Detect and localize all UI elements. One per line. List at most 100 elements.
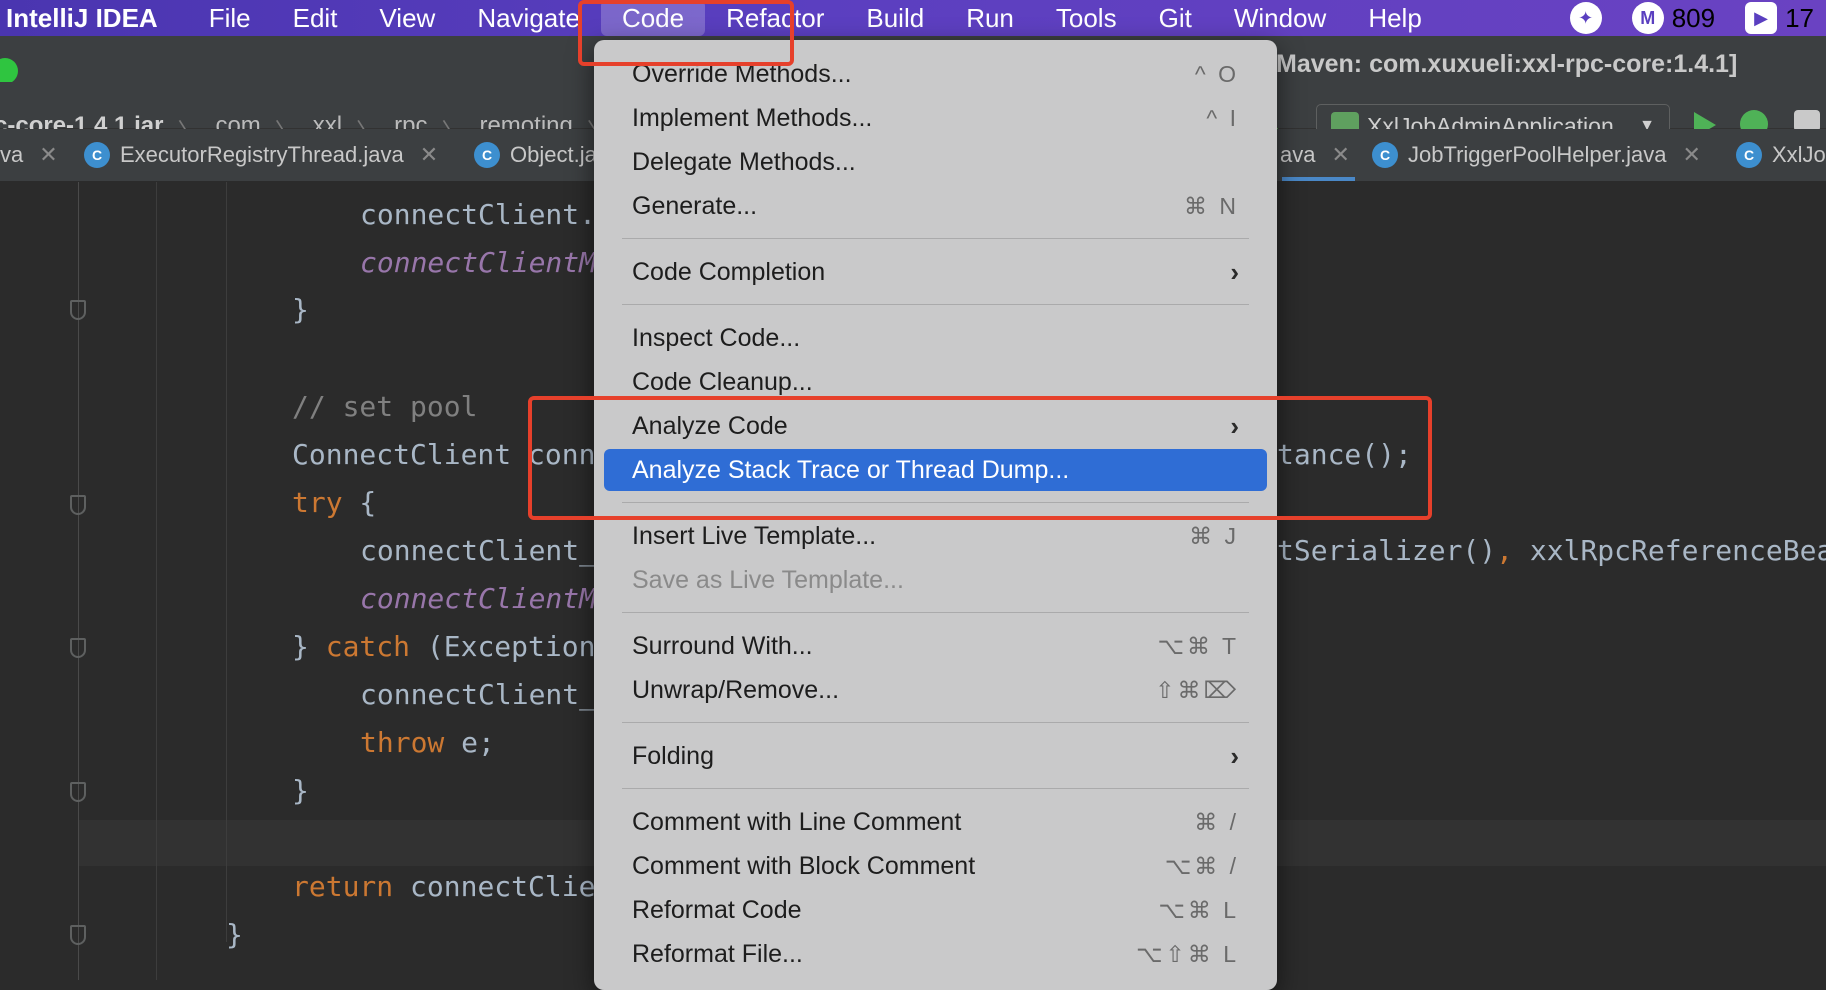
tray-m-counter[interactable]: M 809 <box>1631 2 1715 34</box>
menu-separator <box>622 612 1249 613</box>
code-text: tance(); <box>1277 438 1412 471</box>
editor-tab[interactable]: C Object.ja <box>474 129 597 181</box>
code-text: } <box>292 630 326 663</box>
code-line: } <box>292 774 309 807</box>
menu-item-inspect-code[interactable]: Inspect Code... <box>604 317 1267 359</box>
menu-build[interactable]: Build <box>845 0 945 36</box>
class-icon: C <box>1372 142 1398 168</box>
fold-marker-icon[interactable] <box>70 782 86 802</box>
code-text: { <box>342 486 377 519</box>
ai-knot-icon: ✦ <box>1569 2 1602 34</box>
menu-item-save-as-live-template: Save as Live Template... <box>604 559 1267 601</box>
active-tab-indicator <box>1282 177 1355 181</box>
menu-item-block-comment[interactable]: Comment with Block Comment ⌥⌘ / <box>604 845 1267 887</box>
code-punct: , <box>1496 534 1530 567</box>
menu-item-code-cleanup[interactable]: Code Cleanup... <box>604 361 1267 403</box>
code-line-tail: tSerializer(), xxlRpcReferenceBea <box>1277 534 1826 567</box>
menu-item-shortcut: ⌥⌘ L <box>1158 896 1239 923</box>
close-icon[interactable]: ✕ <box>1331 142 1349 168</box>
code-line: connectClientM <box>360 582 597 615</box>
menu-item-line-comment[interactable]: Comment with Line Comment ⌘ / <box>604 801 1267 843</box>
tab-label: Object.ja <box>510 142 597 167</box>
code-line: ConnectClient conn <box>292 438 595 471</box>
menu-item-label: Save as Live Template... <box>632 565 904 594</box>
menu-help[interactable]: Help <box>1347 0 1442 36</box>
menu-item-label: Analyze Code <box>632 411 788 440</box>
menu-item-reformat-file[interactable]: Reformat File... ⌥⇧⌘ L <box>604 933 1267 975</box>
menu-item-label: Unwrap/Remove... <box>632 675 840 704</box>
fold-marker-icon[interactable] <box>70 925 86 945</box>
code-line: try { <box>292 486 376 519</box>
menu-item-shortcut: ⇧⌘⌦ <box>1155 676 1239 703</box>
menu-item-analyze-stack-trace[interactable]: Analyze Stack Trace or Thread Dump... <box>604 449 1267 491</box>
code-line: connectClient. <box>360 198 597 231</box>
editor-tab-active[interactable]: ava ✕ <box>1280 129 1350 181</box>
menu-refactor[interactable]: Refactor <box>705 0 845 36</box>
menu-item-label: Folding <box>632 741 714 770</box>
menu-window[interactable]: Window <box>1213 0 1347 36</box>
code-line: } <box>292 293 309 326</box>
menu-item-label: Generate... <box>632 191 758 220</box>
code-text: e; <box>444 726 495 759</box>
menu-item-implement-methods[interactable]: Implement Methods... ^ I <box>604 97 1267 139</box>
code-comment: // set pool <box>292 390 478 423</box>
close-icon[interactable]: ✕ <box>420 142 438 168</box>
menu-item-unwrap-remove[interactable]: Unwrap/Remove... ⇧⌘⌦ <box>604 669 1267 711</box>
menu-item-shortcut: ⌘ / <box>1194 808 1239 835</box>
code-line: connectClient_ <box>360 534 597 567</box>
menu-item-label: Reformat Code <box>632 895 802 924</box>
menu-item-delegate-methods[interactable]: Delegate Methods... <box>604 141 1267 183</box>
code-keyword: return <box>292 870 394 903</box>
editor-tab[interactable]: C JobTriggerPoolHelper.java ✕ <box>1372 129 1701 181</box>
code-text: (Exception <box>410 630 596 663</box>
menu-item-label: Delegate Methods... <box>632 147 856 176</box>
tray-bird-counter[interactable]: ▶ 17 <box>1745 2 1814 34</box>
menu-item-analyze-code[interactable]: Analyze Code › <box>604 405 1267 447</box>
menu-item-label: Comment with Line Comment <box>632 807 962 836</box>
menu-navigate[interactable]: Navigate <box>456 0 601 36</box>
menu-edit[interactable]: Edit <box>272 0 359 36</box>
tab-label: JobTriggerPoolHelper.java <box>1408 142 1667 167</box>
menu-git[interactable]: Git <box>1138 0 1213 36</box>
menu-item-label: Inspect Code... <box>632 323 801 352</box>
menu-separator <box>622 722 1249 723</box>
menu-code[interactable]: Code <box>600 0 706 36</box>
menu-item-shortcut: ⌥⇧⌘ L <box>1136 940 1239 967</box>
menu-item-shortcut: ^ I <box>1206 104 1239 131</box>
code-line: return connectClie <box>292 870 595 903</box>
class-icon: C <box>84 142 110 168</box>
menu-item-generate[interactable]: Generate... ⌘ N <box>604 185 1267 227</box>
menu-item-label: Insert Live Template... <box>632 521 877 550</box>
editor-tab[interactable]: va ✕ <box>0 129 58 181</box>
menu-item-folding[interactable]: Folding › <box>604 735 1267 777</box>
menu-item-reformat-code[interactable]: Reformat Code ⌥⌘ L <box>604 889 1267 931</box>
menu-item-insert-live-template[interactable]: Insert Live Template... ⌘ J <box>604 515 1267 557</box>
class-icon: C <box>1736 142 1762 168</box>
m-badge-icon: M <box>1631 2 1664 34</box>
code-line: } catch (Exception <box>292 630 595 663</box>
menu-view[interactable]: View <box>358 0 456 36</box>
code-line: connectClient_ <box>360 678 597 711</box>
editor-tab[interactable]: C XxlJo <box>1736 129 1826 181</box>
menu-item-shortcut: ^ O <box>1194 60 1239 87</box>
chevron-right-icon: › <box>1230 256 1239 287</box>
menu-run[interactable]: Run <box>945 0 1035 36</box>
menu-item-shortcut: ⌥⌘ / <box>1164 852 1239 879</box>
menu-item-code-completion[interactable]: Code Completion › <box>604 251 1267 293</box>
fold-marker-icon[interactable] <box>70 495 86 515</box>
tray-bird-count: 17 <box>1785 2 1814 33</box>
tray-ai-status[interactable]: ✦ <box>1569 2 1602 34</box>
menu-separator <box>622 502 1249 503</box>
menu-tools[interactable]: Tools <box>1035 0 1138 36</box>
fold-marker-icon[interactable] <box>70 638 86 658</box>
close-icon[interactable]: ✕ <box>39 142 57 168</box>
menu-item-surround-with[interactable]: Surround With... ⌥⌘ T <box>604 625 1267 667</box>
menu-item-label: Surround With... <box>632 631 813 660</box>
close-icon[interactable]: ✕ <box>1682 142 1700 168</box>
code-text: xxlRpcReferenceBea <box>1529 534 1826 567</box>
menu-item-override-methods[interactable]: Override Methods... ^ O <box>604 53 1267 95</box>
fold-marker-icon[interactable] <box>70 300 86 320</box>
app-name[interactable]: IntelliJ IDEA <box>0 3 188 34</box>
menu-file[interactable]: File <box>188 0 272 36</box>
editor-tab[interactable]: C ExecutorRegistryThread.java ✕ <box>84 129 438 181</box>
